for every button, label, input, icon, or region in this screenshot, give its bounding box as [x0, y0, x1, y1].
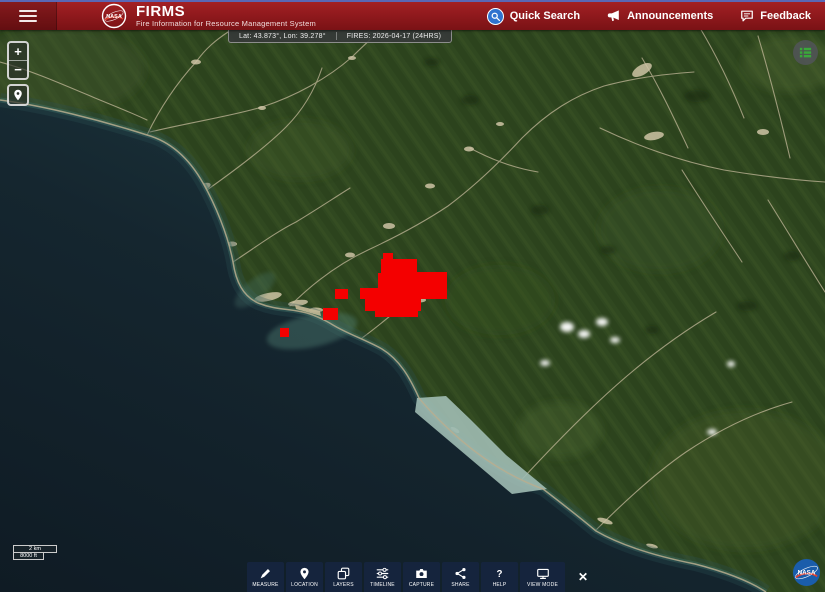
- help-button[interactable]: ? HELP: [481, 562, 518, 592]
- view-mode-button[interactable]: VIEW MODE: [520, 562, 565, 592]
- svg-text:NASA: NASA: [106, 14, 122, 20]
- hamburger-icon: [19, 10, 37, 22]
- map-toolbar: MEASURE LOCATION LAYERS TIMELINE: [247, 562, 594, 592]
- fire-pixel[interactable]: [375, 310, 418, 317]
- feedback-button[interactable]: Feedback: [740, 9, 811, 23]
- fire-pixel[interactable]: [280, 328, 289, 337]
- map-status-bar: Lat: 43.873°, Lon: 39.278° FIRES: 2026-0…: [228, 30, 452, 43]
- measure-button[interactable]: MEASURE: [247, 562, 284, 592]
- layers-icon: [337, 567, 350, 580]
- chat-bubble-icon: [740, 9, 754, 23]
- app-subtitle: Fire Information for Resource Management…: [136, 19, 316, 28]
- fire-pixel[interactable]: [323, 308, 338, 320]
- app-title: FIRMS: [136, 5, 316, 19]
- fire-pixel[interactable]: [417, 272, 447, 289]
- scale-imperial: 8000 ft: [13, 552, 44, 560]
- capture-button[interactable]: CAPTURE: [403, 562, 440, 592]
- fire-pixel[interactable]: [365, 298, 421, 311]
- satellite-map[interactable]: [0, 0, 825, 592]
- fires-date-label[interactable]: FIRES: 2026-04-17 (24HRS): [337, 33, 451, 40]
- search-icon: [487, 8, 504, 25]
- brand[interactable]: NASA FIRMS Fire Information for Resource…: [101, 3, 316, 29]
- toolbar-close-button[interactable]: ✕: [572, 562, 594, 592]
- nasa-badge-logo[interactable]: NASA: [792, 558, 821, 587]
- cursor-coordinates: Lat: 43.873°, Lon: 39.278°: [229, 33, 336, 40]
- megaphone-icon: [607, 9, 621, 23]
- layers-button[interactable]: LAYERS: [325, 562, 362, 592]
- fire-pixel[interactable]: [383, 253, 393, 259]
- share-button[interactable]: SHARE: [442, 562, 479, 592]
- legend-list-icon: [798, 45, 813, 60]
- fire-pixel[interactable]: [430, 288, 447, 299]
- map-pin-icon: [298, 567, 311, 580]
- nasa-meatball-icon: NASA: [101, 3, 127, 29]
- location-button[interactable]: LOCATION: [286, 562, 323, 592]
- fire-pixel[interactable]: [381, 259, 417, 274]
- question-mark-icon: ?: [493, 567, 506, 580]
- zoom-out-button[interactable]: −: [9, 60, 27, 78]
- zoom-control: + −: [7, 41, 29, 80]
- ruler-pen-icon: [259, 567, 272, 580]
- app-header: NASA FIRMS Fire Information for Resource…: [0, 2, 825, 30]
- timeline-button[interactable]: TIMELINE: [364, 562, 401, 592]
- share-nodes-icon: [454, 567, 467, 580]
- svg-text:?: ?: [497, 568, 503, 579]
- announcements-button[interactable]: Announcements: [607, 9, 713, 23]
- fire-pixel[interactable]: [378, 273, 417, 289]
- sliders-icon: [376, 567, 389, 580]
- main-menu-button[interactable]: [0, 2, 57, 30]
- fire-pixel[interactable]: [335, 289, 348, 299]
- header-nav: Quick Search Announcements Feedback: [487, 8, 825, 25]
- svg-text:NASA: NASA: [798, 570, 816, 577]
- quick-search-button[interactable]: Quick Search: [487, 8, 580, 25]
- locate-me-button[interactable]: [7, 84, 29, 106]
- location-pin-icon: [12, 89, 24, 101]
- firms-app-window: NASA FIRMS Fire Information for Resource…: [0, 0, 825, 592]
- scale-bar: 2 km 8000 ft: [13, 545, 57, 560]
- top-accent-line: [0, 0, 825, 2]
- legend-button[interactable]: [793, 40, 818, 65]
- monitor-icon: [536, 567, 550, 580]
- camera-icon: [415, 567, 428, 580]
- zoom-in-button[interactable]: +: [9, 43, 27, 60]
